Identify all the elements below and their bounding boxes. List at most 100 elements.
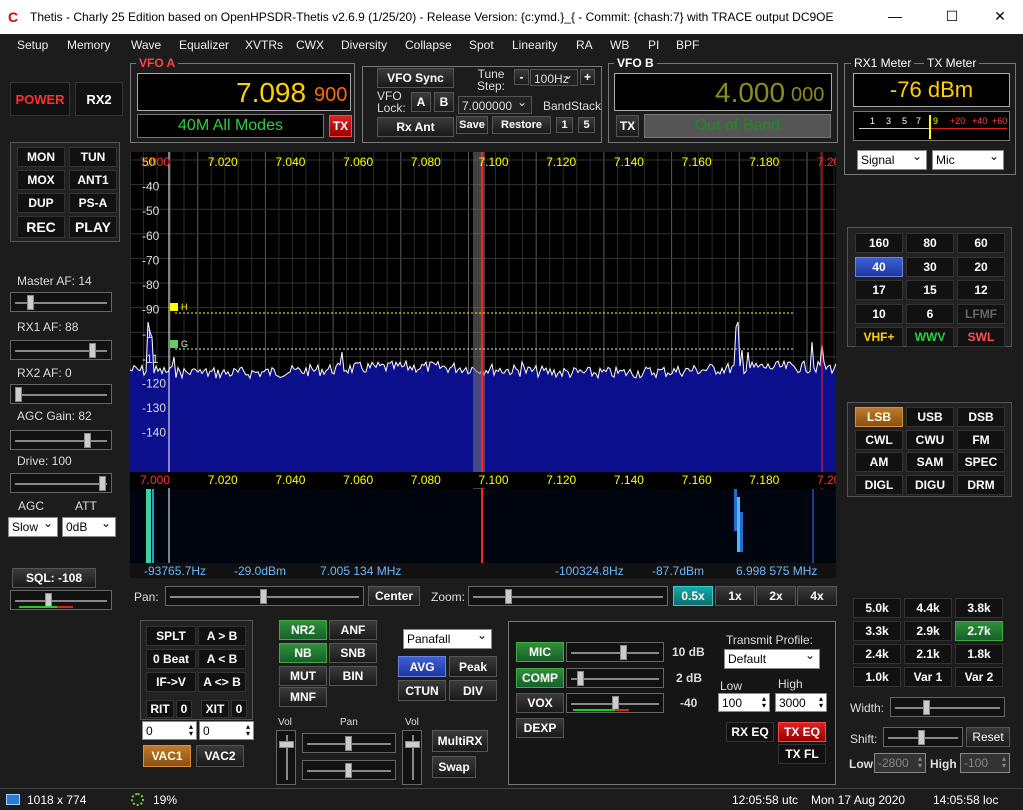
width-thumb[interactable] — [923, 700, 930, 715]
shift-slider[interactable] — [883, 727, 963, 747]
transmit-profile-select[interactable]: Default — [724, 648, 820, 669]
zoom-1x-button[interactable]: 1x — [715, 586, 755, 606]
mode-usb-button[interactable]: USB — [906, 407, 954, 427]
filter-low-input[interactable]: -2800 — [874, 753, 926, 773]
rit-value-input[interactable]: 0 — [142, 721, 197, 740]
sql-button[interactable]: SQL: -108 — [12, 568, 96, 588]
dup-button[interactable]: DUP — [17, 193, 65, 213]
menu-wave[interactable]: Wave — [131, 38, 161, 52]
a-to-b-button[interactable]: A > B — [198, 626, 246, 646]
rx2-button[interactable]: RX2 — [75, 82, 123, 116]
center-button[interactable]: Center — [368, 586, 420, 606]
minimize-icon[interactable]: — — [885, 8, 905, 26]
agc-gain-thumb[interactable] — [83, 433, 91, 448]
div-button[interactable]: DIV — [449, 680, 497, 701]
band-60-button[interactable]: 60 — [957, 233, 1005, 253]
rx1-af-thumb[interactable] — [88, 343, 96, 358]
vox-button[interactable]: VOX — [516, 693, 564, 713]
filter-1.8k-button[interactable]: 1.8k — [955, 644, 1003, 664]
vox-slider[interactable] — [566, 693, 664, 713]
vfo-b-display[interactable]: 4.000 000 — [614, 73, 832, 111]
band-160-button[interactable]: 160 — [855, 233, 903, 253]
tune-step-value[interactable]: 100Hz — [530, 68, 578, 86]
filter-var-1-button[interactable]: Var 1 — [904, 667, 952, 687]
mode-sam-button[interactable]: SAM — [906, 452, 954, 472]
play-button[interactable]: PLAY — [69, 216, 117, 238]
att-select[interactable]: 0dB — [62, 516, 116, 537]
rx-meter-mode-select[interactable]: Signal — [857, 149, 927, 170]
filter-5.0k-button[interactable]: 5.0k — [853, 598, 901, 618]
mut-button[interactable]: MUT — [279, 666, 327, 686]
rx2-af-thumb[interactable] — [15, 387, 22, 402]
zero-beat-button[interactable]: 0 Beat — [146, 649, 196, 669]
zoom-slider[interactable] — [468, 586, 668, 606]
dexp-button[interactable]: DEXP — [516, 718, 564, 738]
b-to-a-button[interactable]: A < B — [198, 649, 246, 669]
swap-ab-button[interactable]: A <> B — [198, 672, 246, 692]
mode-digu-button[interactable]: DIGU — [906, 474, 954, 495]
menu-ra[interactable]: RA — [576, 38, 593, 52]
split-button[interactable]: SPLT — [146, 626, 196, 646]
ctun-button[interactable]: CTUN — [398, 680, 446, 701]
xit-button[interactable]: XIT — [201, 700, 229, 718]
drive-slider[interactable] — [10, 473, 112, 493]
band-vhf--button[interactable]: VHF+ — [855, 327, 903, 347]
mode-digl-button[interactable]: DIGL — [855, 474, 903, 495]
xit-value-input[interactable]: 0 — [199, 721, 254, 740]
rx2-vol-slider[interactable] — [402, 730, 422, 785]
band-6-button[interactable]: 6 — [906, 303, 954, 324]
rit-button[interactable]: RIT — [146, 700, 174, 718]
mnf-button[interactable]: MNF — [279, 687, 327, 707]
bandstack-5-button[interactable]: 5 — [578, 117, 595, 133]
band-10-button[interactable]: 10 — [855, 303, 903, 324]
zoom-0.5x-button[interactable]: 0.5x — [673, 586, 713, 606]
comp-button[interactable]: COMP — [516, 668, 564, 688]
zoom-thumb[interactable] — [505, 589, 512, 604]
agc-select[interactable]: Slow — [8, 516, 58, 537]
rx1-vol-thumb[interactable] — [279, 741, 294, 748]
comp-thumb[interactable] — [577, 671, 584, 686]
master-af-thumb[interactable] — [26, 295, 34, 310]
tun-button[interactable]: TUN — [69, 147, 117, 167]
menu-wb[interactable]: WB — [610, 38, 629, 52]
band-swl-button[interactable]: SWL — [957, 327, 1005, 347]
band-wwv-button[interactable]: WWV — [906, 327, 954, 347]
mic-gain-slider[interactable] — [566, 642, 664, 662]
sql-slider[interactable] — [10, 590, 112, 610]
multirx-button[interactable]: MultiRX — [432, 730, 488, 752]
tune-step-plus-button[interactable]: + — [580, 69, 595, 85]
nr2-button[interactable]: NR2 — [279, 620, 327, 640]
filter-1.0k-button[interactable]: 1.0k — [853, 667, 901, 687]
save-button[interactable]: Save — [456, 116, 488, 134]
mode-cwl-button[interactable]: CWL — [855, 429, 903, 450]
band-30-button[interactable]: 30 — [906, 256, 954, 277]
filter-3.8k-button[interactable]: 3.8k — [955, 598, 1003, 618]
swap-button[interactable]: Swap — [432, 756, 476, 778]
xit-clear-button[interactable]: 0 — [231, 700, 247, 718]
band-80-button[interactable]: 80 — [906, 233, 954, 253]
rec-button[interactable]: REC — [17, 216, 65, 238]
mode-spec-button[interactable]: SPEC — [957, 452, 1005, 472]
freq-entry-input[interactable]: 7.000000 — [458, 95, 532, 114]
rx2-af-slider[interactable] — [10, 384, 112, 404]
mode-dsb-button[interactable]: DSB — [957, 407, 1005, 427]
band-lfmf-button[interactable]: LFMF — [957, 303, 1005, 324]
psa-button[interactable]: PS-A — [69, 193, 117, 213]
pan-thumb[interactable] — [260, 589, 267, 604]
mode-fm-button[interactable]: FM — [957, 429, 1005, 450]
tune-step-minus-button[interactable]: - — [514, 69, 529, 85]
bin-button[interactable]: BIN — [329, 666, 377, 686]
vfo-a-tx-button[interactable]: TX — [329, 115, 352, 137]
rx1-vol-slider[interactable] — [276, 730, 296, 785]
vac1-button[interactable]: VAC1 — [143, 745, 191, 767]
filter-2.4k-button[interactable]: 2.4k — [853, 644, 901, 664]
mode-drm-button[interactable]: DRM — [957, 474, 1005, 495]
filter-high-input[interactable]: -100 — [960, 753, 1010, 773]
menu-xvtrs[interactable]: XVTRs — [245, 38, 283, 52]
tx-high-input[interactable]: 3000 — [775, 693, 827, 712]
pan-slider[interactable] — [165, 586, 364, 606]
filter-2.7k-button[interactable]: 2.7k — [955, 621, 1003, 641]
filter-3.3k-button[interactable]: 3.3k — [853, 621, 901, 641]
rx1-pan-slider[interactable] — [302, 733, 396, 753]
close-icon[interactable]: ✕ — [990, 8, 1010, 26]
